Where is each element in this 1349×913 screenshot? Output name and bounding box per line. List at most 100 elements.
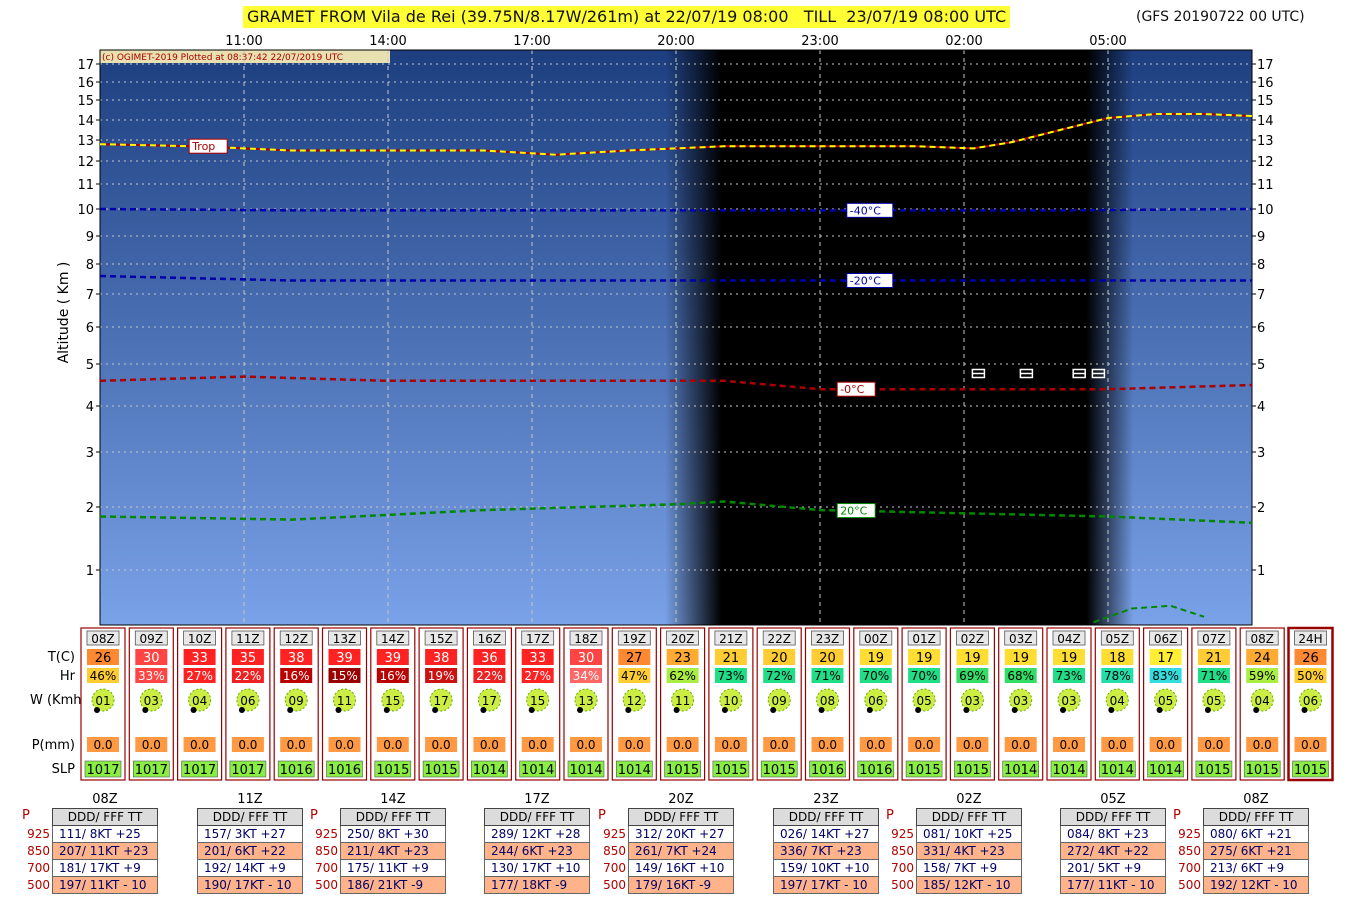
pressure-level: 925 (891, 827, 914, 841)
temp-value: 36 (481, 651, 498, 666)
wind-direction-dot (721, 707, 728, 713)
column-time: 02Z (961, 632, 985, 646)
upper-table-row: 850 331/ 4KT +23 (891, 843, 1022, 860)
upper-table-row: 700 213/ 6KT +9 (1178, 860, 1309, 877)
station-column: 22Z 20 72% 09 0.0 1015 (756, 627, 802, 781)
wind-direction-dot (866, 707, 873, 713)
row-label-slp: SLP (52, 762, 75, 777)
upper-table-row: 700 149/ 16KT +10 (603, 860, 734, 877)
precip-value: 0.0 (335, 738, 354, 752)
upper-table-header: DDD/ FFF TT (52, 808, 158, 826)
upper-table-header: DDD/ FFF TT (197, 808, 303, 826)
column-time: 00Z (864, 632, 888, 646)
temp-value: 19 (868, 651, 885, 666)
pressure-level: 700 (1178, 861, 1201, 875)
precip-value: 0.0 (432, 738, 451, 752)
upper-table-row: 500 197/ 11KT - 10 (27, 877, 158, 894)
temp-value: 20 (771, 651, 788, 666)
station-column: 19Z 27 47% 12 0.0 1014 (611, 627, 657, 781)
pressure-label: P (22, 808, 30, 823)
column-time: 17Z (526, 632, 550, 646)
upper-table-row: 201/ 6KT +22 (197, 843, 303, 860)
wind-value: 15 (385, 694, 400, 708)
upper-table-value: 190/ 17KT - 10 (197, 877, 303, 894)
wind-value: 04 (192, 694, 207, 708)
y-tick-label-right: 1 (1257, 564, 1265, 579)
wind-direction-dot (1108, 707, 1115, 713)
upper-table-value: 197/ 17KT - 10 (773, 877, 879, 894)
wind-value: 12 (627, 694, 642, 708)
upper-table-value: 186/ 21KT -9 (340, 877, 446, 894)
upper-table-value: 244/ 6KT +23 (484, 843, 590, 860)
slp-value: 1014 (473, 763, 506, 778)
wind-value: 09 (772, 694, 787, 708)
wind-direction-dot (915, 707, 922, 713)
pressure-level: 700 (603, 861, 626, 875)
row-label-w: W (Kmh) (30, 693, 87, 708)
pressure-level: 850 (1178, 844, 1201, 858)
pressure-level: 700 (27, 861, 50, 875)
slp-value: 1016 (280, 763, 313, 778)
precip-value: 0.0 (770, 738, 789, 752)
slp-value: 1017 (86, 763, 119, 778)
upper-table-row: 177/ 18KT -9 (484, 877, 590, 894)
upper-table-value: 111/ 8KT +25 (52, 826, 158, 843)
y-tick-label-right: 13 (1257, 134, 1274, 149)
column-time: 18Z (574, 632, 598, 646)
slp-value: 1017 (231, 763, 264, 778)
upper-table-value: 275/ 6KT +21 (1203, 843, 1309, 860)
humidity-value: 22% (476, 669, 503, 683)
station-column: 10Z 33 27% 04 0.0 1017 (177, 627, 223, 781)
upper-table-value: 158/ 7KT +9 (916, 860, 1022, 877)
slp-value: 1015 (1246, 763, 1279, 778)
column-time: 03Z (1009, 632, 1033, 646)
wind-direction-dot (1204, 707, 1211, 713)
temp-value: 24 (1254, 651, 1271, 666)
precip-value: 0.0 (1108, 738, 1127, 752)
slp-value: 1015 (956, 763, 989, 778)
y-tick-label-left: 13 (77, 134, 94, 149)
upper-table-row: 272/ 4KT +22 (1060, 843, 1166, 860)
temp-value: 39 (336, 651, 353, 666)
night-band (665, 50, 1134, 625)
temp-value: 30 (143, 651, 160, 666)
upper-table-value: 149/ 16KT +10 (628, 860, 734, 877)
upper-table-row: 201/ 5KT +9 (1060, 860, 1166, 877)
precip-value: 0.0 (576, 738, 595, 752)
upper-table-time: 17Z (524, 792, 550, 807)
humidity-value: 16% (379, 669, 406, 683)
pressure-level: 500 (891, 878, 914, 892)
y-tick-label-right: 10 (1257, 203, 1274, 218)
y-tick-label-right: 16 (1257, 76, 1274, 91)
station-column: 13Z 39 15% 11 0.0 1016 (321, 627, 368, 781)
pressure-level: 700 (891, 861, 914, 875)
slp-value: 1014 (569, 763, 602, 778)
column-time: 08Z (1250, 632, 1274, 646)
upper-table-row: 289/ 12KT +28 (484, 826, 590, 843)
station-column: 04Z 19 73% 03 0.0 1014 (1046, 627, 1092, 781)
y-tick-label-left: 5 (86, 358, 94, 373)
temp-value: 21 (1206, 651, 1223, 666)
wind-value: 11 (337, 694, 352, 708)
pressure-label: P (598, 808, 606, 823)
y-tick-label-right: 12 (1257, 155, 1274, 170)
precip-value: 0.0 (1204, 738, 1223, 752)
precip-value: 0.0 (625, 738, 644, 752)
upper-table-row: 500 192/ 12KT - 10 (1178, 877, 1309, 894)
upper-table-value: 081/ 10KT +25 (916, 826, 1022, 843)
column-time: 06Z (1154, 632, 1178, 646)
wind-value: 06 (240, 694, 255, 708)
station-column: 16Z 36 22% 17 0.0 1014 (466, 627, 512, 781)
station-column: 18Z 30 34% 13 0.0 1014 (563, 627, 609, 781)
upper-table-value: 213/ 6KT +9 (1203, 860, 1309, 877)
upper-table-row: 157/ 3KT +27 (197, 826, 303, 843)
upper-table-value: 272/ 4KT +22 (1060, 843, 1166, 860)
temp-value: 35 (240, 651, 257, 666)
precip-value: 0.0 (1253, 738, 1272, 752)
pressure-level: 500 (603, 878, 626, 892)
slp-value: 1016 (328, 763, 361, 778)
temp-value: 19 (1012, 651, 1029, 666)
column-time: 11Z (236, 632, 260, 646)
top-time-label: 14:00 (369, 34, 406, 49)
column-time: 09Z (140, 632, 164, 646)
